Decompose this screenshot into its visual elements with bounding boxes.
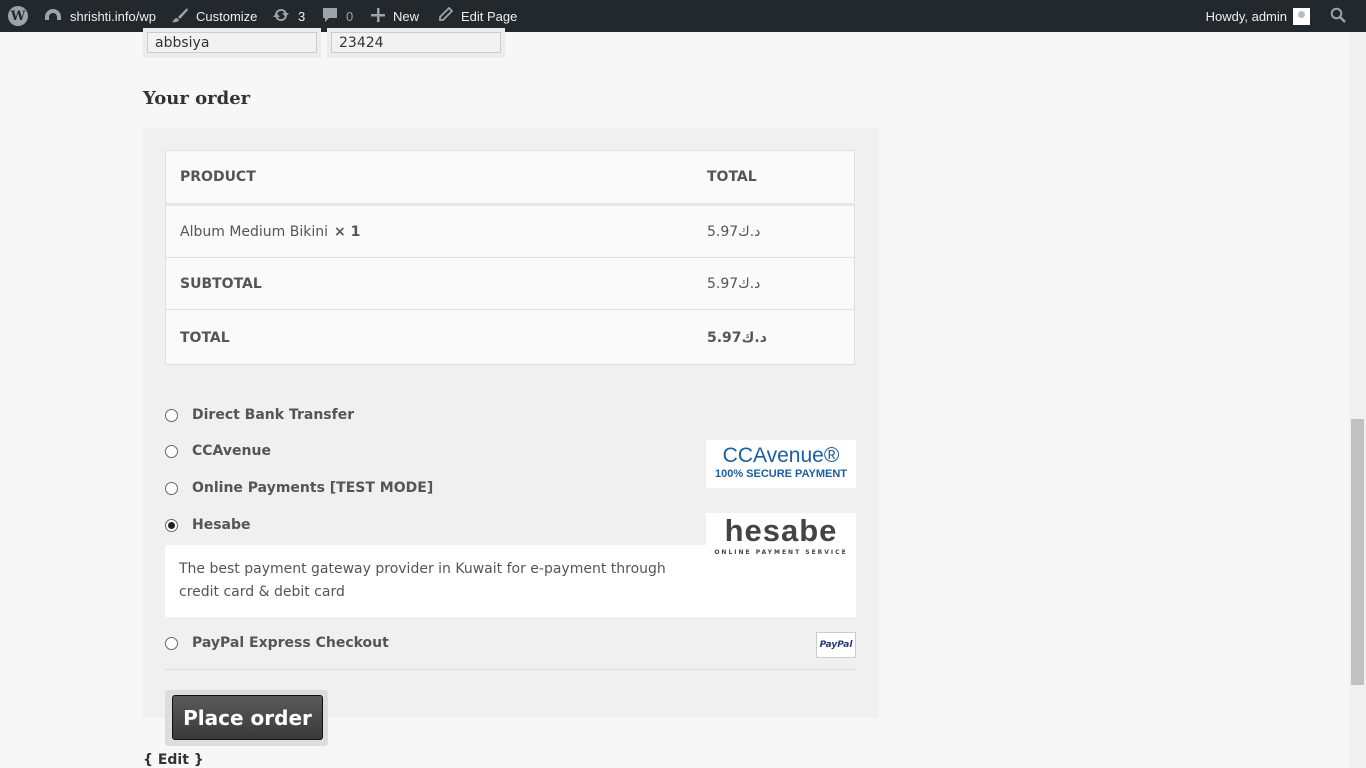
- wordpress-icon: W: [8, 6, 28, 26]
- hesabe-radio[interactable]: [165, 518, 178, 532]
- plus-icon: [371, 7, 385, 25]
- order-table: PRODUCT TOTAL Album Medium Bikini × 1 5.…: [165, 150, 855, 365]
- payment-method-ccavenue[interactable]: CCAvenue: [165, 441, 271, 461]
- place-order-wrapper: Place order: [165, 690, 328, 746]
- hesabe-logo: hesabe ONLINE PAYMENT SERVICE: [706, 513, 856, 565]
- total-header: TOTAL: [707, 169, 757, 185]
- pencil-icon: [437, 6, 454, 26]
- bank-transfer-radio[interactable]: [165, 408, 178, 422]
- payment-method-label: Online Payments [TEST MODE]: [192, 480, 434, 496]
- paypal-radio[interactable]: [165, 636, 178, 650]
- payment-method-label: PayPal Express Checkout: [192, 635, 389, 651]
- order-heading: Your order: [143, 88, 251, 109]
- product-header: PRODUCT: [180, 169, 256, 185]
- hesabe-description: The best payment gateway provider in Kuw…: [179, 561, 666, 600]
- customize-label: Customize: [196, 8, 258, 24]
- table-header-row: PRODUCT TOTAL: [166, 151, 854, 206]
- my-account-link[interactable]: Howdy, admin: [1206, 0, 1310, 32]
- payment-method-label: Direct Bank Transfer: [192, 407, 355, 423]
- payment-method-online-payments[interactable]: Online Payments [TEST MODE]: [165, 478, 433, 498]
- city-field-wrapper: abbsiya: [143, 28, 321, 58]
- avatar: [1293, 7, 1310, 25]
- search-button[interactable]: [1328, 0, 1348, 32]
- payment-method-bank-transfer[interactable]: Direct Bank Transfer: [165, 405, 354, 425]
- site-name-label: shrishti.info/wp: [70, 8, 156, 24]
- table-row: Album Medium Bikini × 1 5.97د.ك: [166, 206, 854, 258]
- payment-divider: [165, 669, 856, 670]
- edit-link[interactable]: { Edit }: [143, 752, 204, 768]
- total-label: TOTAL: [180, 329, 230, 346]
- place-order-button[interactable]: Place order: [172, 695, 323, 740]
- total-value: 5.97د.ك: [707, 329, 767, 346]
- postcode-field-wrapper: 23424: [327, 28, 505, 58]
- updates-count: 3: [298, 8, 306, 24]
- howdy-label: Howdy, admin: [1205, 8, 1287, 24]
- scrollbar[interactable]: [1349, 32, 1366, 768]
- product-name: Album Medium Bikini: [180, 223, 328, 240]
- subtotal-label: SUBTOTAL: [180, 275, 262, 292]
- hesabe-logo-subtext: ONLINE PAYMENT SERVICE: [714, 549, 848, 556]
- ccavenue-logo: CCAvenue® 100% SECURE PAYMENT: [706, 440, 856, 488]
- brush-icon: [172, 7, 188, 26]
- product-cell: Album Medium Bikini × 1: [180, 206, 360, 257]
- comment-icon: [322, 7, 338, 26]
- refresh-icon: [272, 7, 290, 26]
- wordpress-logo-button[interactable]: W: [6, 0, 30, 32]
- comments-count: 0: [346, 8, 354, 24]
- edit-page-label: Edit Page: [461, 8, 518, 24]
- payment-method-hesabe[interactable]: Hesabe: [165, 515, 251, 535]
- scrollbar-thumb[interactable]: [1351, 419, 1364, 685]
- subtotal-row: SUBTOTAL 5.97د.ك: [166, 258, 854, 310]
- product-quantity: × 1: [334, 223, 361, 240]
- postcode-input[interactable]: 23424: [331, 32, 501, 53]
- payment-method-label: Hesabe: [192, 517, 251, 533]
- online-payments-radio[interactable]: [165, 481, 178, 495]
- ccavenue-radio[interactable]: [165, 444, 178, 458]
- total-row: TOTAL 5.97د.ك: [166, 311, 854, 364]
- payment-method-label: CCAvenue: [192, 443, 271, 459]
- ccavenue-logo-text: CCAvenue®: [722, 444, 840, 467]
- subtotal-value: 5.97د.ك: [707, 275, 761, 292]
- paypal-logo: PayPal: [816, 632, 856, 658]
- dashboard-icon: [44, 7, 62, 26]
- city-input[interactable]: abbsiya: [147, 32, 317, 53]
- payment-method-paypal[interactable]: PayPal Express Checkout: [165, 633, 389, 653]
- product-total: 5.97د.ك: [707, 223, 761, 240]
- hesabe-logo-text: hesabe: [724, 513, 838, 548]
- ccavenue-logo-subtext: 100% SECURE PAYMENT: [714, 468, 848, 480]
- search-icon: [1330, 7, 1346, 26]
- new-label: New: [393, 8, 420, 24]
- site-name-link[interactable]: shrishti.info/wp: [44, 0, 156, 32]
